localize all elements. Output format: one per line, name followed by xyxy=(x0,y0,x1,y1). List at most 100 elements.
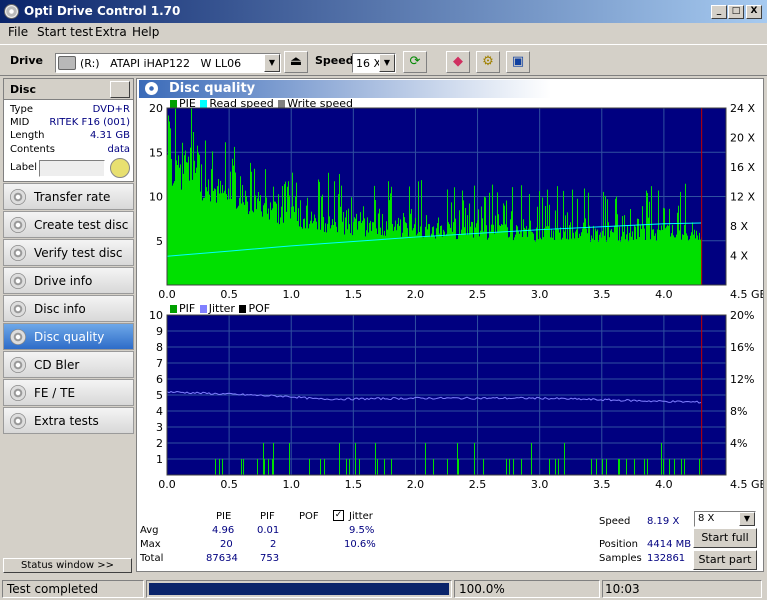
progress-fill xyxy=(149,583,449,595)
nav-verify-test-disc[interactable]: Verify test disc xyxy=(3,239,134,266)
x-tick-label: 4.0 xyxy=(655,478,673,491)
menu-start-test[interactable]: Start test xyxy=(37,25,93,39)
stats-header-pif: PIF xyxy=(260,511,275,522)
x-tick-label: 3.5 xyxy=(593,288,611,301)
y-tick-label: 10 xyxy=(149,309,163,322)
disc-info-panel: Type DVD+R MID RITEK F16 (001) Length 4.31 … xyxy=(3,100,134,182)
erase-button[interactable]: ◆ xyxy=(446,51,470,73)
y-tick-label: 15 xyxy=(149,146,163,159)
y2-tick-label: 8% xyxy=(730,405,747,418)
total-pif: 753 xyxy=(260,553,280,564)
samples-value: 132861 xyxy=(647,553,686,564)
x-tick-label: 0.5 xyxy=(220,478,238,491)
status-bar: Test completed 100.0% 10:03 xyxy=(0,578,767,600)
type-value: DVD+R xyxy=(92,104,130,115)
type-key: Type xyxy=(10,104,33,115)
y-tick-label: 4 xyxy=(156,405,163,418)
eject-button[interactable]: ⏏ xyxy=(284,51,308,73)
disc-quality-charts: 51015200.00.51.01.52.02.53.03.54.04.5 GB… xyxy=(149,102,763,491)
speed-select[interactable]: 16 X ▼ xyxy=(352,53,396,73)
disc-icon xyxy=(10,301,26,317)
x-tick-label: 1.5 xyxy=(345,478,363,491)
disc-icon xyxy=(10,217,26,233)
length-key: Length xyxy=(10,130,45,141)
refresh-button[interactable]: ⟳ xyxy=(403,51,427,73)
nav-transfer-rate[interactable]: Transfer rate xyxy=(3,183,134,210)
speed-stat-label: Speed xyxy=(599,516,631,527)
x-tick-label: 2.5 xyxy=(469,478,487,491)
y2-tick-label: 4 X xyxy=(730,250,748,263)
app-disc-icon xyxy=(4,4,19,19)
label-disc-icon[interactable] xyxy=(110,158,130,178)
total-label: Total xyxy=(140,553,164,564)
y2-tick-label: 8 X xyxy=(730,220,748,233)
y-tick-label: 7 xyxy=(156,357,163,370)
time-value: 10:03 xyxy=(605,582,640,596)
total-pie: 87634 xyxy=(206,553,238,564)
chevron-down-icon[interactable]: ▼ xyxy=(739,512,755,526)
disc-header: Disc xyxy=(3,78,134,100)
x-tick-label: 3.5 xyxy=(593,478,611,491)
chevron-down-icon[interactable]: ▼ xyxy=(379,54,395,72)
y2-tick-label: 24 X xyxy=(730,102,755,115)
start-full-button[interactable]: Start full xyxy=(693,528,757,548)
stats-header-pie: PIE xyxy=(216,511,232,522)
speed-label: Speed xyxy=(315,54,354,67)
y-tick-label: 2 xyxy=(156,437,163,450)
settings-button[interactable]: ⚙ xyxy=(476,51,500,73)
close-button[interactable]: X xyxy=(746,5,762,19)
label-input[interactable] xyxy=(39,160,105,177)
menu-extra[interactable]: Extra xyxy=(95,25,127,39)
drive-value: (R:) ATAPI iHAP122 W LL06 xyxy=(80,57,242,70)
minimize-button[interactable]: _ xyxy=(711,5,727,19)
status-text: Test completed xyxy=(2,580,144,598)
x-tick-label: 0.0 xyxy=(158,288,176,301)
drive-select[interactable]: (R:) ATAPI iHAP122 W LL06 ▼ xyxy=(55,53,281,73)
mid-value: RITEK F16 (001) xyxy=(49,117,130,128)
disc-icon xyxy=(10,385,26,401)
nav-disc-quality[interactable]: Disc quality xyxy=(3,323,134,350)
y-tick-label: 10 xyxy=(149,191,163,204)
avg-pif: 0.01 xyxy=(257,525,280,536)
y-tick-label: 6 xyxy=(156,373,163,386)
save-button[interactable]: ▣ xyxy=(506,51,530,73)
nav-drive-info[interactable]: Drive info xyxy=(3,267,134,294)
disc-icon xyxy=(10,245,26,261)
nav-fe-te[interactable]: FE / TE xyxy=(3,379,134,406)
y2-tick-label: 20 X xyxy=(730,132,755,145)
disc-icon xyxy=(10,357,26,373)
disc-refresh-button[interactable] xyxy=(110,81,130,98)
maximize-button[interactable]: □ xyxy=(728,5,744,19)
menu-help[interactable]: Help xyxy=(132,25,159,39)
test-speed-select[interactable]: 8 X ▼ xyxy=(694,511,756,527)
position-label: Position xyxy=(599,539,638,550)
menu-file[interactable]: File xyxy=(8,25,28,39)
avg-jitter: 9.5% xyxy=(349,525,375,536)
max-label: Max xyxy=(140,539,161,550)
y-tick-label: 3 xyxy=(156,421,163,434)
disc-header-label: Disc xyxy=(10,83,36,96)
x-tick-label: 4.5 GB xyxy=(730,288,763,301)
max-pie: 20 xyxy=(220,539,233,550)
nav-disc-info[interactable]: Disc info xyxy=(3,295,134,322)
y-tick-label: 1 xyxy=(156,453,163,466)
nav-cd-bler[interactable]: CD Bler xyxy=(3,351,134,378)
max-pif: 2 xyxy=(270,539,277,550)
toolbar: Drive (R:) ATAPI iHAP122 W LL06 ▼ ⏏ Spee… xyxy=(0,44,767,76)
x-tick-label: 2.0 xyxy=(407,288,425,301)
nav-create-test-disc[interactable]: Create test disc xyxy=(3,211,134,238)
nav-extra-tests[interactable]: Extra tests xyxy=(3,407,134,434)
x-tick-label: 3.0 xyxy=(531,478,549,491)
contents-key: Contents xyxy=(10,144,55,155)
x-tick-label: 3.0 xyxy=(531,288,549,301)
drive-label: Drive xyxy=(10,54,43,67)
contents-value: data xyxy=(107,144,130,155)
chevron-down-icon[interactable]: ▼ xyxy=(264,54,280,72)
start-part-button[interactable]: Start part xyxy=(693,550,757,570)
left-panel: Disc Type DVD+R MID RITEK F16 (001) Length… xyxy=(3,78,134,574)
jitter-checkbox[interactable]: ✓ xyxy=(333,510,344,521)
x-tick-label: 0.5 xyxy=(220,288,238,301)
y2-tick-label: 16% xyxy=(730,341,754,354)
status-window-button[interactable]: Status window >> xyxy=(3,558,132,573)
y2-tick-label: 12% xyxy=(730,373,754,386)
